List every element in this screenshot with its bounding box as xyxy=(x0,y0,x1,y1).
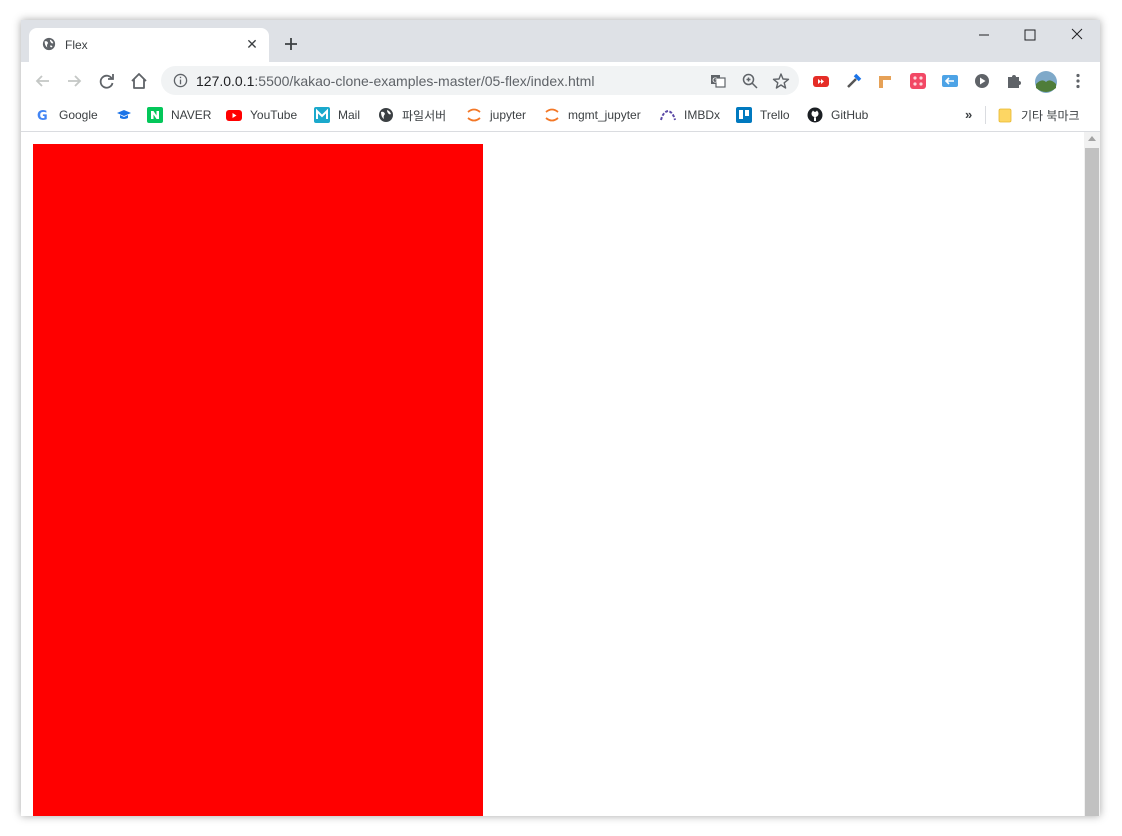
bookmark-label: 파일서버 xyxy=(402,108,447,123)
mail-icon xyxy=(314,107,330,123)
globe-icon xyxy=(42,37,56,51)
bookmark-naver[interactable]: NAVER xyxy=(147,107,211,123)
youtube-icon xyxy=(226,110,242,121)
reload-icon[interactable] xyxy=(97,71,117,91)
bookmarks-bar: G Google NAVER YouTube Mail 파일서버 jupyter… xyxy=(21,99,1100,132)
back-arrow-icon[interactable] xyxy=(33,71,53,91)
avatar[interactable] xyxy=(1034,70,1058,94)
bookmark-label: Trello xyxy=(760,108,790,122)
bookmark-youtube[interactable]: YouTube xyxy=(226,107,297,123)
minimize-button[interactable] xyxy=(972,26,996,44)
info-icon[interactable] xyxy=(173,73,188,88)
bookmark-imbdx[interactable]: IMBDx xyxy=(660,107,720,123)
translate-icon[interactable]: G xyxy=(709,72,727,90)
scrollbar-thumb[interactable] xyxy=(1085,148,1099,816)
home-icon[interactable] xyxy=(129,71,149,91)
bookmark-label: mgmt_jupyter xyxy=(568,108,641,122)
bookmark-label: IMBDx xyxy=(684,108,720,122)
bookmark-trello[interactable]: Trello xyxy=(736,107,790,123)
tab-strip: Flex ✕ xyxy=(21,20,1100,62)
other-bookmarks-folder[interactable]: 기타 북마크 xyxy=(997,107,1080,123)
svg-text:G: G xyxy=(37,109,48,123)
maximize-button[interactable] xyxy=(1018,26,1042,44)
bookmark-graduation[interactable] xyxy=(116,107,140,123)
bookmark-github[interactable]: GitHub xyxy=(807,107,868,123)
scroll-up-arrow-icon[interactable] xyxy=(1088,136,1096,141)
bookmark-label: YouTube xyxy=(250,108,298,122)
bookmark-fileserver[interactable]: 파일서버 xyxy=(378,107,446,123)
toolbar: 127.0.0.1:5500/kakao-clone-examples-mast… xyxy=(21,62,1100,99)
bookmark-jupyter[interactable]: jupyter xyxy=(466,107,526,123)
pattern-extension-icon[interactable] xyxy=(908,71,928,91)
bookmark-label: Mail xyxy=(338,108,361,122)
bookmark-label: Google xyxy=(59,108,98,122)
globe-icon xyxy=(379,108,393,122)
bookmarks-divider xyxy=(985,106,986,124)
menu-kebab-icon[interactable] xyxy=(1068,71,1088,91)
trello-icon xyxy=(736,107,752,123)
jupyter-icon xyxy=(545,108,559,122)
bookmark-google[interactable]: G Google xyxy=(35,107,98,123)
folder-icon xyxy=(998,108,1012,123)
bookmark-label: NAVER xyxy=(171,108,212,122)
forward-arrow-icon[interactable] xyxy=(64,71,84,91)
page-content xyxy=(21,132,1084,816)
eyedropper-icon[interactable] xyxy=(844,71,864,91)
bookmark-label: jupyter xyxy=(490,108,527,122)
ruler-icon[interactable] xyxy=(876,71,896,91)
url-path: :5500/kakao-clone-examples-master/05-fle… xyxy=(254,73,595,89)
bookmark-star-icon[interactable] xyxy=(772,72,790,90)
google-icon: G xyxy=(37,109,48,123)
svg-text:G: G xyxy=(712,77,717,85)
address-bar[interactable]: 127.0.0.1:5500/kakao-clone-examples-mast… xyxy=(161,66,799,95)
imbdx-icon xyxy=(660,109,676,121)
naver-icon xyxy=(147,107,163,123)
youtube-extension-icon[interactable] xyxy=(811,71,831,91)
return-extension-icon[interactable] xyxy=(940,71,960,91)
bookmark-label: GitHub xyxy=(831,108,869,122)
puzzle-extensions-icon[interactable] xyxy=(1004,71,1024,91)
vertical-scrollbar[interactable] xyxy=(1084,132,1100,816)
close-window-button[interactable] xyxy=(1065,26,1089,44)
url-host: 127.0.0.1 xyxy=(196,73,255,89)
bookmark-mgmt-jupyter[interactable]: mgmt_jupyter xyxy=(544,107,641,123)
flex-item-red-box xyxy=(33,144,483,816)
jupyter-icon xyxy=(467,108,481,122)
graduation-cap-icon xyxy=(117,110,131,119)
bookmarks-more-button[interactable]: » xyxy=(965,107,972,122)
new-tab-button[interactable] xyxy=(282,35,300,53)
url-text[interactable]: 127.0.0.1:5500/kakao-clone-examples-mast… xyxy=(196,73,594,89)
other-bookmarks-label: 기타 북마크 xyxy=(1021,108,1080,123)
tab-flex[interactable]: Flex ✕ xyxy=(29,28,269,62)
github-icon xyxy=(807,107,823,123)
zoom-icon[interactable] xyxy=(741,72,759,90)
tab-close-button[interactable]: ✕ xyxy=(243,35,261,53)
browser-window: Flex ✕ 127.0.0.1:5500/kakao-clone-exampl… xyxy=(21,20,1100,816)
tab-title: Flex xyxy=(65,38,88,52)
play-extension-icon[interactable] xyxy=(972,71,992,91)
bookmark-mail[interactable]: Mail xyxy=(314,107,360,123)
